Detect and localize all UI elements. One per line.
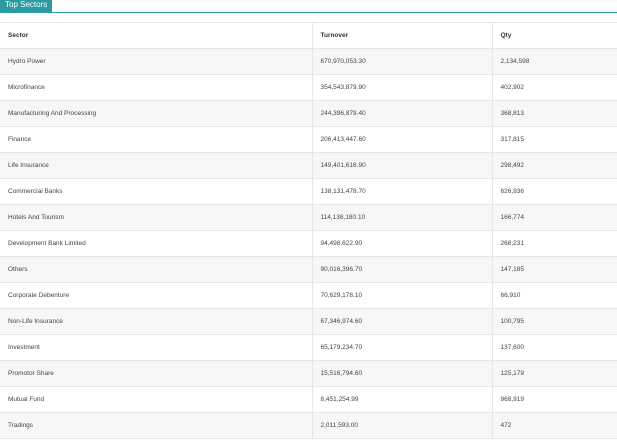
turnover-cell: 670,970,053.30 <box>311 48 492 75</box>
sector-cell: Promotor Share <box>0 360 312 387</box>
turnover-cell: 138,131,478.70 <box>311 178 492 205</box>
table-row: Life Insurance 149,401,616.90 298,492 <box>0 152 617 179</box>
sector-cell: Life Insurance <box>0 152 312 179</box>
qty-cell: 968,919 <box>491 386 617 413</box>
sector-cell: Commercial Banks <box>0 178 312 205</box>
sector-cell: Others <box>0 256 312 283</box>
table-row: Others 90,016,396.70 147,185 <box>0 256 617 283</box>
sector-cell: Finance <box>0 126 312 153</box>
table-row: Investment 65,179,234.70 137,600 <box>0 334 617 361</box>
qty-cell: 268,231 <box>491 230 617 257</box>
turnover-cell: 15,516,794.60 <box>311 360 492 387</box>
table-row: Tradings 2,011,593.00 472 <box>0 412 617 439</box>
table-header-row: Sector Turnover Qty <box>0 23 617 49</box>
sector-cell: Development Bank Limited <box>0 230 312 257</box>
sectors-table-container: Sector Turnover Qty Hydro Power 670,970,0… <box>0 22 617 439</box>
qty-cell: 166,774 <box>491 204 617 231</box>
qty-cell: 298,492 <box>491 152 617 179</box>
turnover-cell: 8,451,254.99 <box>311 386 492 413</box>
qty-cell: 472 <box>491 412 617 439</box>
sectors-table: Sector Turnover Qty Hydro Power 670,970,0… <box>0 23 617 439</box>
turnover-cell: 94,498,622.90 <box>311 230 492 257</box>
table-row: Mutual Fund 8,451,254.99 968,919 <box>0 386 617 413</box>
turnover-cell: 149,401,616.90 <box>311 152 492 179</box>
sector-cell: Mutual Fund <box>0 386 312 413</box>
table-row: Corporate Debenture 70,629,178.10 66,910 <box>0 282 617 309</box>
table-row: Hydro Power 670,970,053.30 2,134,598 <box>0 48 617 75</box>
turnover-cell: 70,629,178.10 <box>311 282 492 309</box>
column-header-sector: Sector <box>0 23 312 49</box>
turnover-cell: 2,011,593.00 <box>311 412 492 439</box>
qty-cell: 137,600 <box>491 334 617 361</box>
qty-cell: 402,902 <box>491 74 617 101</box>
sector-cell: Microfinance <box>0 74 312 101</box>
sector-cell: Tradings <box>0 412 312 439</box>
qty-cell: 66,910 <box>491 282 617 309</box>
tab-top-sectors[interactable]: Top Sectors <box>0 0 53 12</box>
table-row: Hotels And Tourism 114,138,180.10 166,774 <box>0 204 617 231</box>
turnover-cell: 65,179,234.70 <box>311 334 492 361</box>
table-body: Hydro Power 670,970,053.30 2,134,598 Microf… <box>0 48 617 439</box>
sector-cell: Manufacturing And Processing <box>0 100 312 127</box>
turnover-cell: 354,543,879.90 <box>311 74 492 101</box>
qty-cell: 100,795 <box>491 308 617 335</box>
turnover-cell: 244,396,879.40 <box>311 100 492 127</box>
qty-cell: 2,134,598 <box>491 48 617 75</box>
table-row: Commercial Banks 138,131,478.70 626,936 <box>0 178 617 205</box>
sector-cell: Non-Life Insurance <box>0 308 312 335</box>
turnover-cell: 206,413,447.60 <box>311 126 492 153</box>
turnover-cell: 90,016,396.70 <box>311 256 492 283</box>
sector-cell: Hotels And Tourism <box>0 204 312 231</box>
table-row: Promotor Share 15,516,794.60 125,179 <box>0 360 617 387</box>
qty-cell: 368,813 <box>491 100 617 127</box>
turnover-cell: 67,346,974.60 <box>311 308 492 335</box>
qty-cell: 147,185 <box>491 256 617 283</box>
sector-cell: Investment <box>0 334 312 361</box>
tab-bar: Top Sectors <box>0 0 617 13</box>
table-row: Development Bank Limited 94,498,622.90 268… <box>0 230 617 257</box>
table-row: Non-Life Insurance 67,346,974.60 100,795 <box>0 308 617 335</box>
turnover-cell: 114,138,180.10 <box>311 204 492 231</box>
column-header-qty: Qty <box>491 23 617 49</box>
qty-cell: 317,815 <box>491 126 617 153</box>
column-header-turnover: Turnover <box>311 23 492 49</box>
sector-cell: Hydro Power <box>0 48 312 75</box>
table-row: Microfinance 354,543,879.90 402,902 <box>0 74 617 101</box>
table-row: Finance 206,413,447.60 317,815 <box>0 126 617 153</box>
qty-cell: 125,179 <box>491 360 617 387</box>
qty-cell: 626,936 <box>491 178 617 205</box>
sector-cell: Corporate Debenture <box>0 282 312 309</box>
table-row: Manufacturing And Processing 244,396,879.… <box>0 100 617 127</box>
